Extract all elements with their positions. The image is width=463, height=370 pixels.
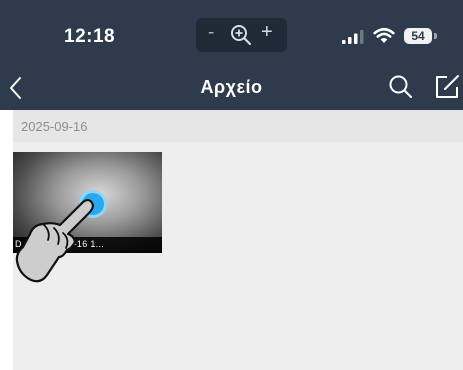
date-section-header: 2025-09-16 bbox=[13, 110, 463, 142]
hand-pointer-icon bbox=[13, 195, 113, 292]
search-icon[interactable] bbox=[388, 74, 414, 105]
status-time: 12:18 bbox=[64, 26, 116, 47]
wifi-icon bbox=[373, 27, 395, 49]
status-bar: 12:18 - + 54 bbox=[0, 0, 463, 64]
date-label: 2025-09-16 bbox=[21, 119, 88, 134]
zoom-in-magnifier-icon[interactable] bbox=[229, 23, 253, 52]
zoom-out-button[interactable]: - bbox=[208, 22, 214, 44]
battery-tip bbox=[434, 33, 437, 39]
zoom-controls[interactable]: - + bbox=[196, 18, 287, 52]
zoom-in-button[interactable]: + bbox=[261, 21, 273, 44]
signal-icon bbox=[342, 30, 366, 49]
edit-icon[interactable] bbox=[434, 74, 460, 105]
battery-indicator: 54 bbox=[404, 28, 432, 44]
